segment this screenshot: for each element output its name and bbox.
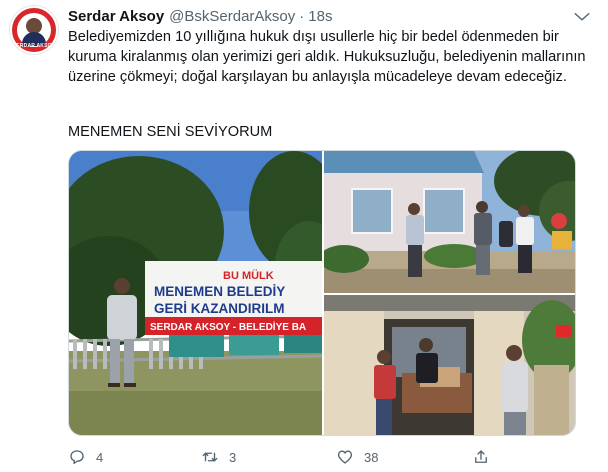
- more-button[interactable]: [570, 6, 594, 26]
- retweet-button[interactable]: 3: [201, 446, 236, 468]
- avatar-brand-text: SERDAR AKSOY: [12, 43, 56, 49]
- like-button[interactable]: 38: [336, 446, 378, 468]
- photo-doorway[interactable]: [324, 295, 575, 435]
- tweet[interactable]: SERDAR AKSOY Serdar Aksoy @BskSerdarAkso…: [0, 0, 608, 472]
- tweet-timestamp[interactable]: 18s: [308, 8, 332, 25]
- share-icon: [475, 450, 487, 463]
- author-name[interactable]: Serdar Aksoy: [68, 8, 164, 25]
- photo-building[interactable]: [324, 151, 575, 293]
- retweet-count: 3: [229, 449, 237, 465]
- separator-dot: ·: [299, 7, 305, 25]
- tweet-body: Belediyemizden 10 yıllığına hukuk dışı u…: [68, 29, 586, 85]
- retweet-icon: [202, 452, 218, 462]
- banner-line-1: BU MÜLK: [223, 269, 274, 282]
- heart-icon: [337, 450, 353, 464]
- avatar[interactable]: SERDAR AKSOY: [10, 6, 58, 54]
- tweet-slogan: MENEMEN SENİ SEVİYORUM: [68, 124, 273, 140]
- author-handle[interactable]: @BskSerdarAksoy: [169, 8, 295, 25]
- action-bar: 4 3 38: [68, 446, 508, 468]
- banner-line-3: GERİ KAZANDIRILM: [154, 301, 285, 316]
- like-count: 38: [364, 449, 379, 465]
- banner-line-4: SERDAR AKSOY - BELEDİYE BA: [150, 320, 306, 333]
- reply-icon: [70, 450, 84, 465]
- media-grid: BU MÜLK MENEMEN BELEDİY GERİ KAZANDIRILM…: [68, 150, 576, 436]
- share-button[interactable]: [472, 446, 500, 468]
- tweet-text: Belediyemizden 10 yıllığına hukuk dışı u…: [68, 27, 588, 87]
- reply-count: 4: [96, 449, 104, 465]
- reply-button[interactable]: 4: [68, 446, 103, 468]
- banner-line-2: MENEMEN BELEDİY: [154, 284, 285, 299]
- tweet-header: Serdar Aksoy @BskSerdarAksoy · 18s: [68, 6, 332, 26]
- more-icon: [574, 13, 590, 21]
- photo-banner[interactable]: BU MÜLK MENEMEN BELEDİY GERİ KAZANDIRILM…: [69, 151, 322, 435]
